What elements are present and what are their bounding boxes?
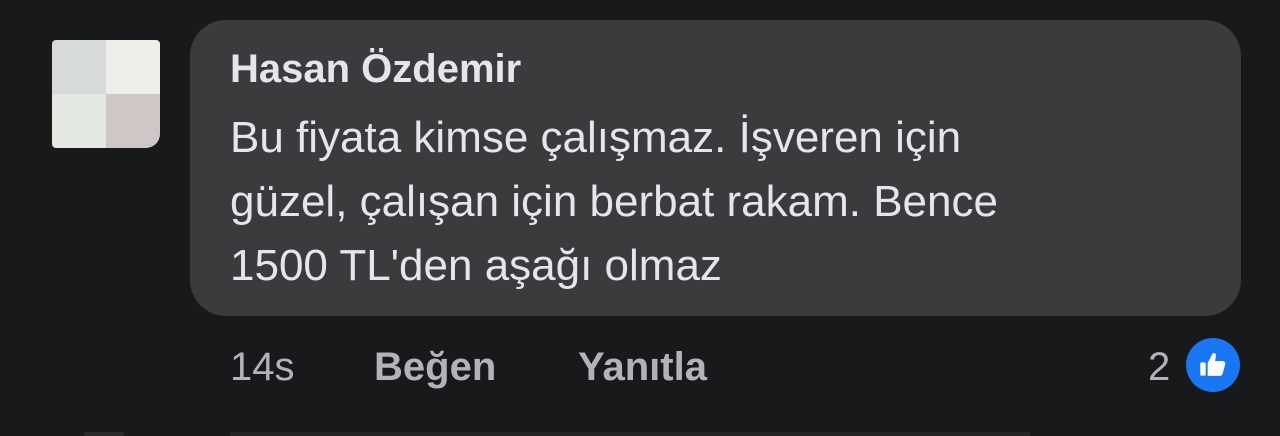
next-comment-bubble-edge: [230, 432, 1030, 436]
avatar-tile: [106, 94, 160, 148]
comment-author-name[interactable]: Hasan Özdemir: [230, 46, 521, 92]
avatar-tile: [52, 94, 106, 148]
reply-button[interactable]: Yanıtla: [578, 344, 707, 390]
comment-text-line: güzel, çalışan için berbat rakam. Bence: [230, 177, 998, 226]
reaction-count[interactable]: 2: [1148, 344, 1170, 390]
comment-text: Bu fiyata kimse çalışmaz. İşveren için g…: [230, 106, 1210, 298]
avatar-tile: [106, 40, 160, 94]
comment-actions: 14s Beğen Yanıtla 2: [0, 338, 1280, 392]
comment-timestamp[interactable]: 14s: [230, 344, 295, 390]
next-comment-avatar-edge: [84, 432, 124, 436]
comment-bubble: Hasan Özdemir Bu fiyata kimse çalışmaz. …: [190, 20, 1241, 316]
thumbs-up-icon[interactable]: [1186, 338, 1240, 392]
comment-text-line: Bu fiyata kimse çalışmaz. İşveren için: [230, 113, 962, 162]
avatar-tile: [52, 40, 106, 94]
thumbs-up-icon-glyph: [1200, 353, 1226, 376]
avatar[interactable]: [52, 40, 160, 148]
comment-text-line: 1500 TL'den aşağı olmaz: [230, 241, 722, 290]
like-button[interactable]: Beğen: [374, 344, 496, 390]
